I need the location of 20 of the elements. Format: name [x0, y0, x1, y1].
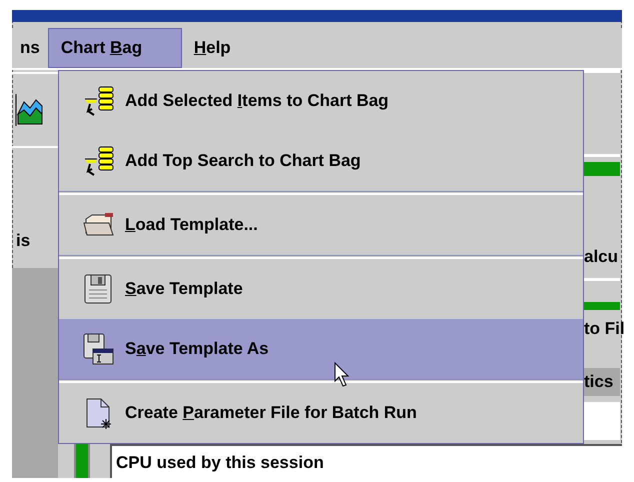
- label-text: is: [16, 230, 30, 252]
- status-text: CPU used by this session: [110, 444, 622, 478]
- menu-item[interactable]: Add Selected Items to Chart Bag: [59, 71, 583, 131]
- menu-item[interactable]: Help: [182, 28, 243, 68]
- floppy-window-icon: [83, 333, 115, 365]
- menu-item[interactable]: Save Template: [59, 259, 583, 319]
- menu-item[interactable]: Add Top Search to Chart Bag: [59, 131, 583, 191]
- menu-item[interactable]: Create Parameter File for Batch Run: [59, 383, 583, 443]
- panel-stripe: [584, 162, 620, 176]
- list-stack-icon: [83, 85, 115, 117]
- menu-item[interactable]: Load Template...: [59, 195, 583, 255]
- label-text: alcu: [584, 246, 618, 268]
- menu-item[interactable]: ns: [12, 28, 48, 68]
- menu-item[interactable]: Chart Bag: [48, 28, 182, 68]
- menu-item[interactable]: Save Template As: [59, 319, 583, 379]
- panel-header: tics: [584, 368, 620, 396]
- label-text: to Fil: [584, 318, 625, 340]
- panel-stripe: [584, 302, 620, 310]
- list-stack-icon: [83, 145, 115, 177]
- mouse-cursor-icon: [334, 362, 350, 388]
